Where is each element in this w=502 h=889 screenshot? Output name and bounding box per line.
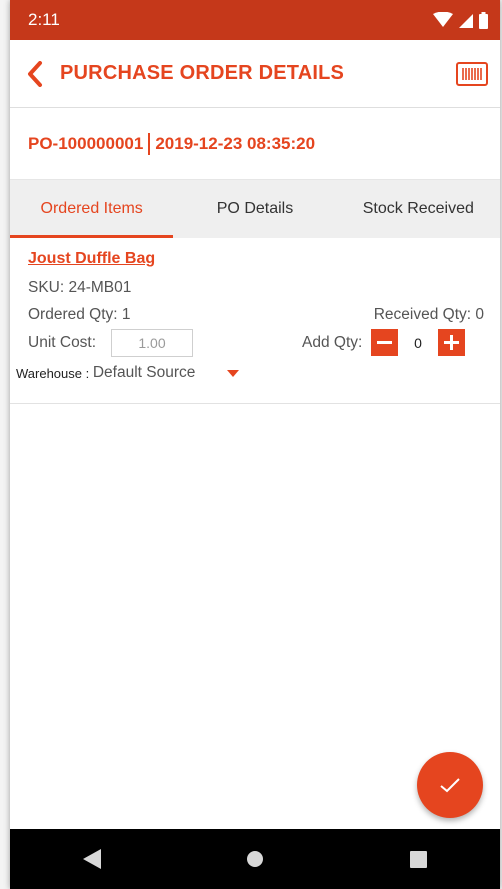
warehouse-label: Warehouse <box>16 365 82 381</box>
signal-icon <box>459 14 473 28</box>
po-date: 2019-12-23 08:35:20 <box>155 133 316 153</box>
dropdown-arrow-icon <box>227 369 240 377</box>
received-qty: Received Qty: 0 <box>373 306 484 323</box>
po-divider <box>148 132 151 155</box>
nav-recents-button[interactable] <box>388 829 448 889</box>
unit-cost-label: Unit Cost: <box>28 334 97 351</box>
home-circle-icon <box>246 851 263 867</box>
add-qty-input[interactable]: 0 <box>398 329 438 356</box>
item-name-link[interactable]: Joust Duffle Bag <box>28 250 155 268</box>
back-button[interactable] <box>10 40 60 108</box>
wifi-icon <box>433 12 453 27</box>
ordered-item-card: Joust Duffle Bag SKU: 24-MB01 Ordered Qt… <box>10 238 500 404</box>
increase-qty-button[interactable] <box>438 329 465 356</box>
warehouse-select[interactable]: Default Source <box>93 364 240 382</box>
app-bar: PURCHASE ORDER DETAILS <box>10 40 500 108</box>
tab-po-details[interactable]: PO Details <box>173 180 336 238</box>
chevron-left-icon <box>28 60 42 87</box>
ordered-qty: Ordered Qty: 1 <box>28 306 131 323</box>
minus-icon <box>377 341 392 344</box>
quantity-stepper: 0 <box>371 329 465 356</box>
recents-square-icon <box>409 850 427 868</box>
decrease-qty-button[interactable] <box>371 329 398 356</box>
status-time: 2:11 <box>28 10 60 29</box>
battery-icon <box>479 11 488 29</box>
unit-cost-input[interactable]: 1.00 <box>111 329 193 357</box>
page-title: PURCHASE ORDER DETAILS <box>60 62 345 84</box>
tab-ordered-items[interactable]: Ordered Items <box>10 180 174 238</box>
check-icon <box>440 778 460 793</box>
add-qty-label: Add Qty: <box>302 334 363 351</box>
warehouse-value: Default Source <box>92 364 196 381</box>
tab-stock-received[interactable]: Stock Received <box>337 180 500 238</box>
back-triangle-icon <box>82 849 101 869</box>
app-screen: 2:11 PURCHASE ORDER DETAILS PO-100000001… <box>10 0 500 889</box>
warehouse-separator: : <box>82 365 93 381</box>
barcode-scan-button[interactable] <box>456 62 488 86</box>
system-nav-bar <box>10 829 500 889</box>
nav-home-button[interactable] <box>225 829 285 889</box>
item-sku: SKU: 24-MB01 <box>28 279 132 296</box>
nav-back-button[interactable] <box>62 829 122 889</box>
plus-icon <box>444 335 459 350</box>
status-icons <box>433 11 488 29</box>
warehouse-row: Warehouse : Default Source <box>16 364 240 382</box>
tab-bar: Ordered Items PO Details Stock Received <box>10 180 500 238</box>
submit-fab-button[interactable] <box>417 752 483 818</box>
status-bar: 2:11 <box>10 0 500 40</box>
po-number: PO-100000001 <box>28 133 144 153</box>
po-header: PO-100000001 2019-12-23 08:35:20 <box>10 108 500 180</box>
barcode-icon <box>456 62 488 86</box>
